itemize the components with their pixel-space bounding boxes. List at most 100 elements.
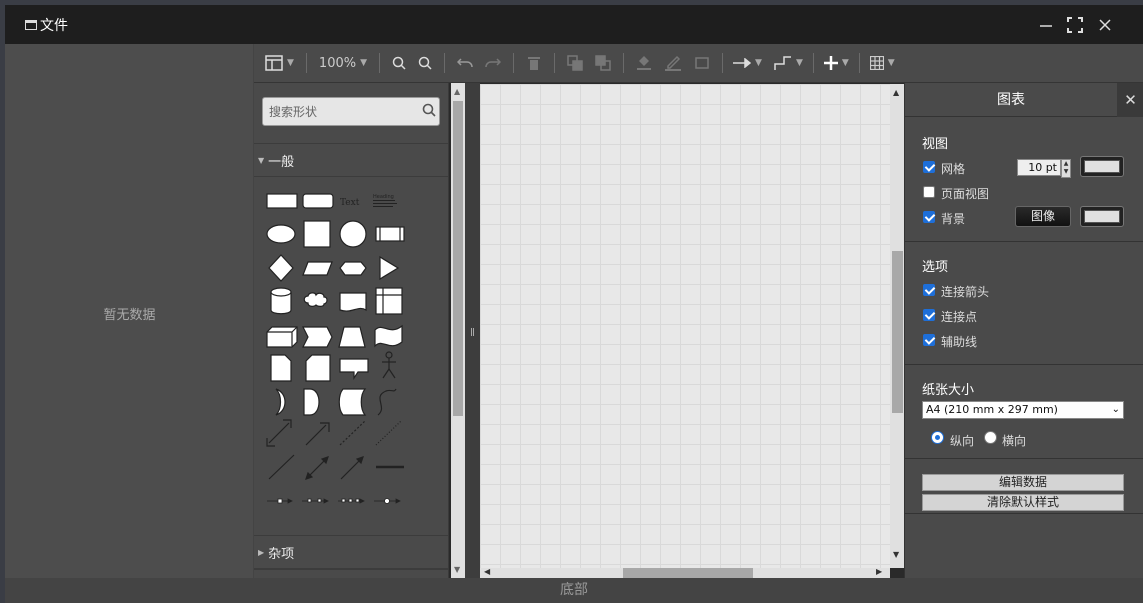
background-checkbox[interactable]	[923, 211, 935, 223]
hexagon-shape[interactable]	[339, 261, 367, 276]
scroll-up-icon[interactable]: ▲	[893, 88, 899, 97]
step-shape[interactable]	[302, 326, 333, 348]
canvas-vertical-scrollbar[interactable]: ▲ ▼	[890, 84, 904, 568]
actor-shape[interactable]	[382, 351, 396, 379]
canvas-horizontal-scrollbar[interactable]: ◀ ▶	[480, 567, 890, 578]
dotted-line-shape[interactable]	[375, 420, 402, 446]
grid-checkbox[interactable]	[923, 161, 935, 173]
edit-data-button[interactable]: 编辑数据	[922, 474, 1124, 491]
scrollbar-thumb[interactable]	[892, 251, 903, 413]
scroll-up-icon[interactable]: ▲	[454, 87, 460, 96]
callout-shape[interactable]	[339, 358, 369, 380]
or-shape[interactable]	[275, 388, 286, 416]
textbox-shape[interactable]: Heading	[373, 194, 397, 207]
triangle-shape[interactable]	[379, 255, 400, 281]
process-shape[interactable]	[375, 226, 405, 242]
format-panel-toggle[interactable]: ▼	[265, 44, 294, 83]
connection-points-checkbox[interactable]	[923, 309, 935, 321]
diagram-canvas[interactable]	[480, 84, 890, 568]
guides-checkbox[interactable]	[923, 334, 935, 346]
grid-size-stepper[interactable]: ▲ ▼	[1061, 159, 1071, 178]
tab-diagram[interactable]: 图表	[905, 83, 1117, 117]
table-dropdown[interactable]: ▼	[866, 44, 899, 83]
shadow-button[interactable]	[688, 44, 716, 83]
portrait-radio[interactable]	[931, 431, 944, 444]
circle-shape[interactable]	[339, 220, 367, 248]
maximize-button[interactable]	[1061, 5, 1089, 44]
grid-size-input[interactable]: 10 pt	[1017, 159, 1061, 176]
connector-label-shape[interactable]	[267, 498, 293, 504]
directional-connector-shape[interactable]	[340, 456, 364, 480]
line-shape[interactable]	[268, 454, 295, 480]
connection-arrows-checkbox[interactable]	[923, 284, 935, 296]
document-shape[interactable]	[339, 292, 367, 312]
background-color-swatch[interactable]	[1080, 206, 1124, 227]
card-shape[interactable]	[305, 354, 331, 382]
background-image-button[interactable]: 图像	[1015, 206, 1071, 227]
scrollbar-thumb[interactable]	[623, 568, 753, 578]
rectangle-shape[interactable]	[266, 193, 298, 209]
to-back-button[interactable]	[589, 44, 617, 83]
page-view-checkbox[interactable]	[923, 186, 935, 198]
options-section: 选项 连接箭头 连接点 辅助线	[905, 242, 1143, 365]
section-advanced-header[interactable]: ▶高级	[254, 569, 448, 578]
arrow-shape[interactable]	[305, 422, 330, 446]
insert-dropdown[interactable]: ▼	[820, 44, 853, 83]
scroll-down-icon[interactable]: ▼	[893, 550, 899, 559]
redo-button[interactable]	[479, 44, 507, 83]
zoom-out-icon	[418, 56, 432, 70]
shapes-scrollbar[interactable]: ▲ ▼	[451, 83, 465, 578]
to-front-button[interactable]	[561, 44, 589, 83]
cloud-shape[interactable]	[303, 292, 328, 307]
section-general-header[interactable]: ▼ 一般	[254, 143, 448, 177]
zoom-in-button[interactable]	[386, 44, 412, 83]
bidirectional-connector-shape[interactable]	[305, 456, 329, 480]
and-shape[interactable]	[303, 388, 320, 416]
splitter-handle-icon[interactable]	[471, 328, 474, 336]
diamond-shape[interactable]	[268, 254, 294, 282]
scroll-left-icon[interactable]: ◀	[484, 567, 490, 576]
minimize-button[interactable]	[1032, 5, 1060, 44]
square-shape[interactable]	[303, 220, 331, 248]
cube-shape[interactable]	[266, 326, 298, 348]
zoom-out-button[interactable]	[412, 44, 438, 83]
search-icon[interactable]	[422, 103, 436, 117]
ellipse-shape[interactable]	[266, 224, 296, 244]
connector-2-labels-shape[interactable]	[302, 498, 329, 504]
shape-search-input[interactable]	[262, 97, 440, 126]
cylinder-shape[interactable]	[270, 287, 292, 315]
line-color-button[interactable]	[658, 44, 688, 83]
scroll-right-icon[interactable]: ▶	[876, 567, 882, 576]
data-storage-shape[interactable]	[338, 388, 367, 416]
text-shape[interactable]: Text	[340, 198, 360, 208]
connection-style-dropdown[interactable]: ▼	[729, 44, 766, 83]
waypoints-dropdown[interactable]: ▼	[770, 44, 807, 83]
note-shape[interactable]	[270, 354, 292, 382]
close-button[interactable]	[1091, 5, 1119, 44]
view-section: 视图 网格 10 pt ▲ ▼ 页面视图 背景 图像	[905, 117, 1143, 242]
parallelogram-shape[interactable]	[302, 261, 333, 276]
curve-shape[interactable]	[377, 388, 397, 416]
scroll-down-icon[interactable]: ▼	[454, 565, 460, 574]
clear-default-style-button[interactable]: 清除默认样式	[922, 494, 1124, 511]
sidebar-splitter[interactable]	[465, 83, 480, 578]
fill-color-button[interactable]	[630, 44, 658, 83]
undo-button[interactable]	[451, 44, 479, 83]
tape-shape[interactable]	[374, 324, 403, 348]
connector-symbol-shape[interactable]	[374, 498, 401, 504]
landscape-radio[interactable]	[984, 431, 997, 444]
zoom-dropdown[interactable]: 100% ▼	[313, 44, 373, 83]
section-misc-header[interactable]: ▶ 杂项	[254, 535, 448, 569]
paper-size-select[interactable]: A4 (210 mm x 297 mm) ⌄	[922, 401, 1124, 419]
zoom-value: 100%	[318, 55, 357, 71]
internal-storage-shape[interactable]	[375, 287, 403, 315]
dashed-line-shape[interactable]	[339, 420, 366, 446]
grid-color-swatch[interactable]	[1080, 156, 1124, 177]
connector-3-labels-shape[interactable]	[338, 498, 365, 504]
trapezoid-shape[interactable]	[338, 326, 366, 348]
delete-button[interactable]	[520, 44, 548, 83]
scrollbar-thumb[interactable]	[453, 101, 463, 416]
bidirectional-arrow-shape[interactable]	[266, 419, 292, 447]
close-icon[interactable]: ✕	[1117, 83, 1143, 117]
rounded-rectangle-shape[interactable]	[302, 193, 334, 209]
